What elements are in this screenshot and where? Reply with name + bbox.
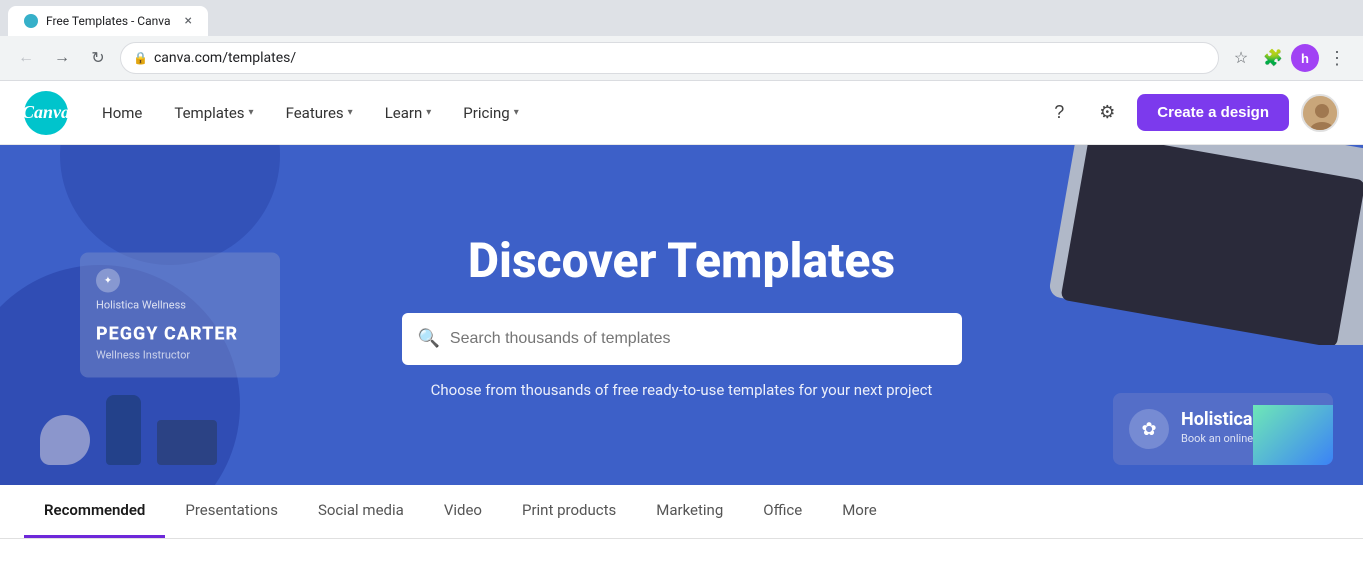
nav-right: ? ⚙ Create a design xyxy=(1041,94,1339,132)
search-input[interactable] xyxy=(450,330,946,348)
bag-decoration xyxy=(157,420,217,465)
tab-marketing[interactable]: Marketing xyxy=(636,485,743,538)
tab-office-label: Office xyxy=(763,501,802,519)
search-icon: 🔍 xyxy=(418,328,440,349)
tab-more-label: More xyxy=(842,501,877,519)
nav-pricing[interactable]: Pricing ▾ xyxy=(449,96,532,130)
templates-chevron-icon: ▾ xyxy=(249,107,254,118)
hero-laptop-decoration xyxy=(1023,145,1363,345)
features-chevron-icon: ▾ xyxy=(348,107,353,118)
tab-favicon xyxy=(24,14,38,28)
settings-button[interactable]: ⚙ xyxy=(1089,95,1125,131)
hero-card-left: ✦ Holistica Wellness PEGGY CARTER Wellne… xyxy=(80,253,280,378)
hero-title: Discover Templates xyxy=(402,232,962,289)
back-button[interactable]: ← xyxy=(12,44,40,72)
browser-profile-button[interactable]: h xyxy=(1291,44,1319,72)
tab-presentations[interactable]: Presentations xyxy=(165,485,298,538)
extensions-button[interactable]: 🧩 xyxy=(1259,44,1287,72)
hero-items xyxy=(40,395,217,465)
nav-learn[interactable]: Learn ▾ xyxy=(371,96,446,130)
earbuds-decoration xyxy=(40,415,90,465)
tab-presentations-label: Presentations xyxy=(185,501,278,519)
settings-icon: ⚙ xyxy=(1099,102,1115,123)
logo-text: Canva xyxy=(22,102,70,123)
tab-social-media-label: Social media xyxy=(318,501,404,519)
nav-features[interactable]: Features ▾ xyxy=(272,96,367,130)
tab-close-button[interactable]: × xyxy=(185,13,192,29)
hero-banner: ✦ Holistica Wellness PEGGY CARTER Wellne… xyxy=(0,145,1363,485)
address-bar[interactable]: 🔒 canva.com/templates/ xyxy=(120,42,1219,74)
create-design-button[interactable]: Create a design xyxy=(1137,94,1289,131)
help-icon: ? xyxy=(1054,102,1064,123)
bookmark-button[interactable]: ☆ xyxy=(1227,44,1255,72)
hero-card-right-image xyxy=(1253,405,1333,465)
tab-more[interactable]: More xyxy=(822,485,897,538)
active-tab[interactable]: Free Templates - Canva × xyxy=(8,6,208,36)
reload-button[interactable]: ↻ xyxy=(84,44,112,72)
tabs-bar: Recommended Presentations Social media V… xyxy=(0,485,1363,539)
hero-center: Discover Templates 🔍 Choose from thousan… xyxy=(402,232,962,399)
forward-button[interactable]: → xyxy=(48,44,76,72)
learn-chevron-icon: ▾ xyxy=(426,107,431,118)
canva-logo[interactable]: Canva xyxy=(24,91,68,135)
nav-links: Home Templates ▾ Features ▾ Learn ▾ Pric… xyxy=(88,96,1041,130)
tab-video-label: Video xyxy=(444,501,482,519)
nav-home[interactable]: Home xyxy=(88,96,156,130)
hero-card-name: PEGGY CARTER xyxy=(96,324,264,345)
tab-title: Free Templates - Canva xyxy=(46,14,177,28)
nav-templates[interactable]: Templates ▾ xyxy=(160,96,267,130)
search-bar[interactable]: 🔍 xyxy=(402,313,962,365)
tab-print-products[interactable]: Print products xyxy=(502,485,636,538)
hero-card-right-logo: ✿ xyxy=(1129,409,1169,449)
nav-home-label: Home xyxy=(102,104,142,122)
hero-card-right: ✿ Holistica Book an online class now xyxy=(1113,393,1333,465)
nav-features-label: Features xyxy=(286,104,344,122)
lock-icon: 🔒 xyxy=(133,51,148,65)
tab-marketing-label: Marketing xyxy=(656,501,723,519)
hero-card-brand: Holistica Wellness xyxy=(96,299,264,312)
tab-recommended[interactable]: Recommended xyxy=(24,485,165,538)
toolbar-actions: ☆ 🧩 h ⋮ xyxy=(1227,44,1351,72)
user-avatar[interactable] xyxy=(1301,94,1339,132)
tab-recommended-label: Recommended xyxy=(44,501,145,519)
tab-video[interactable]: Video xyxy=(424,485,502,538)
hero-card-left-logo: ✦ xyxy=(96,269,120,293)
browser-tab-bar: Free Templates - Canva × xyxy=(0,0,1363,36)
laptop-screen xyxy=(1060,145,1363,345)
hero-card-sub: Wellness Instructor xyxy=(96,349,264,362)
tab-office[interactable]: Office xyxy=(743,485,822,538)
nav-pricing-label: Pricing xyxy=(463,104,509,122)
browser-chrome: Free Templates - Canva × ← → ↻ 🔒 canva.c… xyxy=(0,0,1363,81)
pricing-chevron-icon: ▾ xyxy=(514,107,519,118)
bottle-decoration xyxy=(106,395,141,465)
url-text: canva.com/templates/ xyxy=(154,50,1206,66)
menu-button[interactable]: ⋮ xyxy=(1323,44,1351,72)
help-button[interactable]: ? xyxy=(1041,95,1077,131)
page-content: Canva Home Templates ▾ Features ▾ Learn … xyxy=(0,81,1363,539)
tab-print-products-label: Print products xyxy=(522,501,616,519)
nav-learn-label: Learn xyxy=(385,104,423,122)
browser-toolbar: ← → ↻ 🔒 canva.com/templates/ ☆ 🧩 h ⋮ xyxy=(0,36,1363,80)
nav-templates-label: Templates xyxy=(174,104,244,122)
tab-social-media[interactable]: Social media xyxy=(298,485,424,538)
hero-bg-circle-2 xyxy=(60,145,280,265)
navbar: Canva Home Templates ▾ Features ▾ Learn … xyxy=(0,81,1363,145)
hero-subtitle: Choose from thousands of free ready-to-u… xyxy=(402,381,962,399)
